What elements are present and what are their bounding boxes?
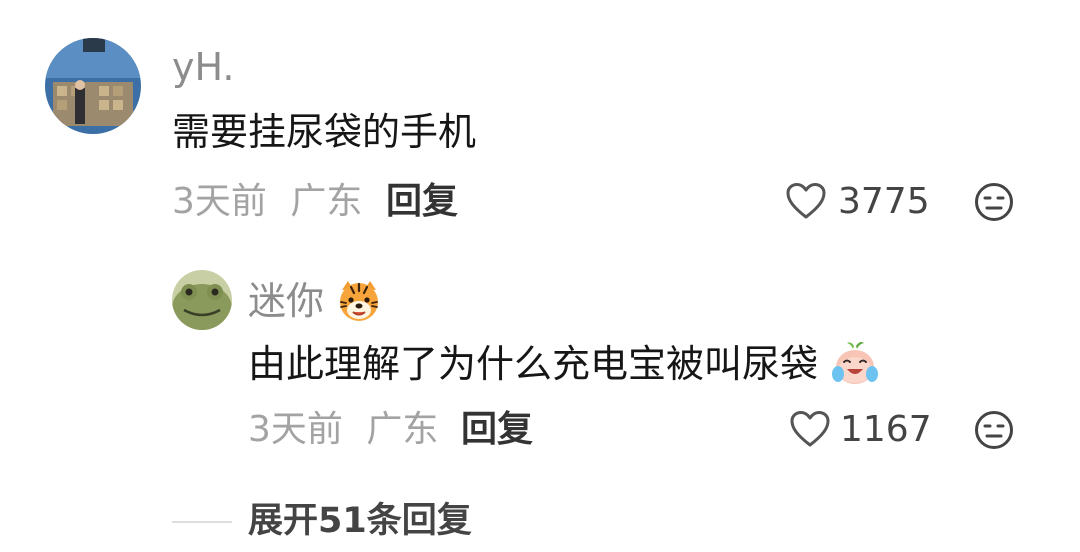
avatar-photo xyxy=(45,38,141,134)
reply-react-button[interactable] xyxy=(974,410,1014,450)
reply-text: 由此理解了为什么充电宝被叫尿袋 xyxy=(248,340,880,388)
reply-reply-button[interactable]: 回复 xyxy=(461,412,533,448)
comment-text: 需要挂尿袋的手机 xyxy=(172,110,477,154)
expand-divider xyxy=(172,521,232,523)
heart-outline-icon xyxy=(786,183,826,219)
reply-username-text: 迷你 xyxy=(248,279,325,323)
tiger-face-emoji xyxy=(340,281,379,321)
comment-reply-button[interactable]: 回复 xyxy=(386,184,458,220)
reply-time: 3天前 xyxy=(248,409,343,450)
reply-avatar[interactable] xyxy=(172,270,232,330)
comment-time: 3天前 xyxy=(172,181,267,222)
comment-like-count: 3775 xyxy=(838,181,930,222)
reply-like-button[interactable] xyxy=(789,410,831,448)
comment-location: 广东 xyxy=(290,181,363,222)
reply-meta: 3天前 广东 xyxy=(248,412,438,448)
reply-text-body: 由此理解了为什么充电宝被叫尿袋 xyxy=(248,342,819,386)
laughing-crying-peach-emoji xyxy=(832,342,879,384)
meh-face-icon xyxy=(975,411,1013,449)
avatar[interactable] xyxy=(45,38,141,134)
comment-item: yH. 需要挂尿袋的手机 3天前 广东 回复 3775 xyxy=(0,0,1080,240)
reply-location: 广东 xyxy=(366,409,439,450)
reply-item: 迷你 由此理解了为什么充电宝被叫尿袋 3天前 广东 回复 1167 xyxy=(0,260,1080,460)
reply-like-count: 1167 xyxy=(840,409,932,450)
comment-like-button[interactable] xyxy=(785,182,827,220)
comment-username[interactable]: yH. xyxy=(172,48,234,86)
comment-react-button[interactable] xyxy=(974,182,1014,222)
comment-meta: 3天前 广东 xyxy=(172,184,362,220)
frog-avatar-photo xyxy=(172,270,232,330)
expand-replies-label: 展开51条回复 xyxy=(248,501,472,541)
meh-face-icon xyxy=(975,183,1013,221)
reply-username[interactable]: 迷你 xyxy=(248,278,382,324)
expand-replies[interactable]: 展开51条回复 xyxy=(172,500,572,544)
heart-outline-icon xyxy=(790,411,830,447)
